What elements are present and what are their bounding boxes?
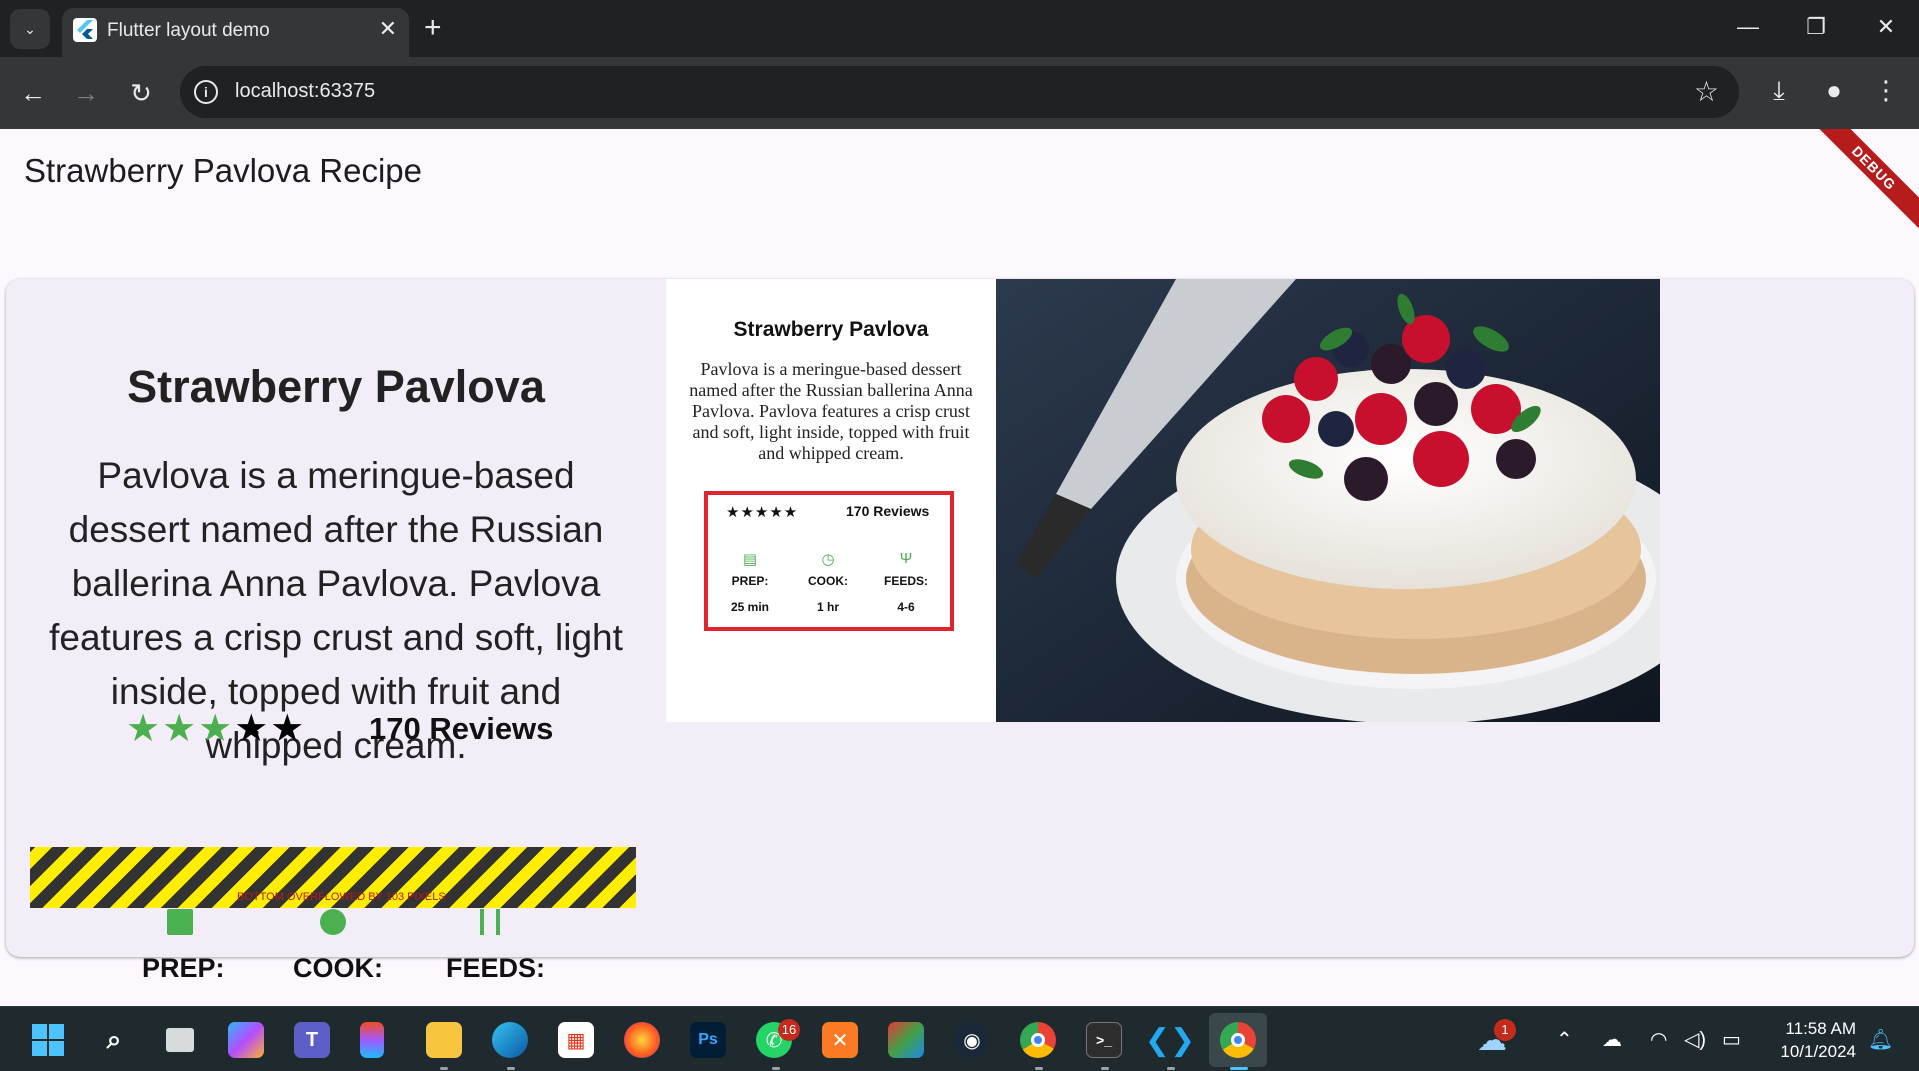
volume-icon[interactable]: ◁): [1684, 1027, 1706, 1052]
pavlova-photo: [996, 279, 1660, 722]
prep-label: PREP:: [731, 574, 769, 588]
task-view-icon[interactable]: [162, 1022, 198, 1058]
browser-tab[interactable]: Flutter layout demo ✕: [62, 8, 409, 57]
running-indicator: [1035, 1067, 1043, 1070]
reload-button[interactable]: ↻: [121, 77, 161, 109]
image-card-description: Pavlova is a meringue-based dessert name…: [689, 359, 973, 463]
restaurant-icon: Ψ: [899, 550, 913, 567]
xampp-icon[interactable]: ✕: [822, 1022, 858, 1058]
steam-icon[interactable]: ◉: [954, 1022, 990, 1058]
chrome-active-icon[interactable]: [1220, 1022, 1256, 1058]
black-stars-icon: ★★: [234, 708, 307, 750]
copilot-icon[interactable]: [228, 1022, 264, 1058]
close-tab-icon[interactable]: ✕: [379, 16, 397, 42]
onedrive-icon[interactable]: ☁: [1602, 1027, 1622, 1052]
more-vert-icon[interactable]: ⋮: [1866, 75, 1906, 106]
flutter-logo-icon: [73, 18, 97, 42]
overflow-message: BOTTOM OVERFLOWED BY 103 PIXELS: [237, 891, 446, 903]
appbar-title: Strawberry Pavlova Recipe: [24, 152, 422, 189]
debug-banner: DEBUG: [1806, 129, 1919, 236]
timer-icon: ◷: [821, 551, 835, 568]
cook-value: 1 hr: [816, 600, 839, 614]
prep-value: 25 min: [730, 600, 769, 614]
running-indicator: [772, 1067, 780, 1070]
address-bar[interactable]: i localhost:63375 ☆: [180, 66, 1739, 118]
info-icon[interactable]: i: [194, 80, 218, 104]
overflow-warning: BOTTOM OVERFLOWED BY 103 PIXELS: [30, 847, 636, 908]
clock-date: 10/1/2024: [1780, 1042, 1856, 1061]
restaurant-icon: [480, 909, 500, 935]
chevron-down-icon: ⌄: [24, 20, 36, 37]
green-stars-icon: ★★★: [126, 708, 235, 750]
active-indicator: [1230, 1067, 1248, 1070]
running-indicator: [440, 1067, 448, 1070]
cook-label: COOK:: [808, 574, 848, 588]
file-explorer-icon[interactable]: [426, 1022, 462, 1058]
bookmark-star-icon[interactable]: ☆: [1694, 75, 1719, 108]
flutter-app: Strawberry Pavlova Recipe DEBUG Strawber…: [0, 129, 1919, 1006]
download-icon[interactable]: ⤓: [1759, 75, 1799, 107]
notifications-bell-icon[interactable]: 🔔︎: [1868, 1027, 1893, 1052]
forward-button[interactable]: →: [66, 77, 106, 109]
minimize-button[interactable]: —: [1723, 10, 1773, 44]
rating-row: ★★★★★ 170 Reviews: [6, 704, 666, 754]
system-clock[interactable]: 11:58 AM 10/1/2024: [1766, 1017, 1856, 1063]
terminal-icon[interactable]: >_: [1086, 1022, 1122, 1058]
teams-icon[interactable]: T: [294, 1022, 330, 1058]
url-text[interactable]: localhost:63375: [235, 80, 375, 103]
firefox-icon[interactable]: [624, 1022, 660, 1058]
restore-button[interactable]: ❐: [1791, 10, 1841, 44]
recipe-info-card-image: Strawberry Pavlova Pavlova is a meringue…: [666, 279, 996, 722]
recipe-title: Strawberry Pavlova: [127, 361, 545, 412]
image-card-reviews: 170 Reviews: [846, 503, 930, 519]
tab-title: Flutter layout demo: [107, 20, 270, 41]
weather-badge: 1: [1494, 1019, 1516, 1041]
prep-label: PREP:: [142, 953, 225, 983]
timer-icon: [320, 909, 346, 935]
feeds-label: FEEDS:: [883, 574, 928, 588]
windows-taskbar: ⌕ T ▦ Ps ✆ 16 ✕ ◉ >_ ❮❯ ☁ 1 ⌃ ☁ ◠ ◁) ▭ 1…: [0, 1006, 1919, 1071]
tab-search-button[interactable]: ⌄: [10, 9, 50, 49]
image-card-cook: ◷ COOK: 1 hr: [798, 550, 858, 614]
figma-icon[interactable]: [360, 1022, 384, 1058]
star-rating: ★★★★★: [126, 704, 306, 754]
new-tab-button[interactable]: +: [424, 12, 442, 44]
wifi-icon[interactable]: ◠: [1650, 1027, 1667, 1052]
image-card-title: Strawberry Pavlova: [733, 318, 929, 341]
chrome-icon[interactable]: [1020, 1022, 1056, 1058]
whatsapp-badge: 16: [778, 1019, 800, 1041]
kitchen-icon: [167, 909, 193, 935]
running-indicator: [1101, 1067, 1109, 1070]
search-icon[interactable]: ⌕: [96, 1022, 132, 1058]
browser-toolbar: ← → ↻ i localhost:63375 ☆ ⤓ ● ⋮: [0, 57, 1919, 129]
windows-start-icon[interactable]: [30, 1022, 66, 1058]
running-indicator: [507, 1067, 515, 1070]
image-card-stars-icon: ★★★★★: [726, 504, 799, 521]
show-hidden-icons-icon[interactable]: ⌃: [1556, 1027, 1573, 1052]
running-indicator: [1167, 1067, 1175, 1070]
vscode-icon[interactable]: ❮❯: [1145, 1022, 1195, 1058]
image-card-prep: ▤ PREP: 25 min: [720, 550, 780, 614]
store-icon[interactable]: ▦: [558, 1022, 594, 1058]
profile-icon[interactable]: ●: [1814, 75, 1854, 106]
reviews-count: 170 Reviews: [369, 711, 554, 746]
back-button[interactable]: ←: [13, 77, 53, 109]
image-card-info-box: ★★★★★ 170 Reviews ▤ PREP: 25 min ◷ COOK:…: [704, 491, 954, 631]
app-icon[interactable]: [888, 1022, 924, 1058]
photoshop-icon[interactable]: Ps: [690, 1022, 726, 1058]
browser-tab-bar: ⌄ Flutter layout demo ✕ + — ❐ ✕: [0, 0, 1919, 57]
feeds-label: FEEDS:: [446, 953, 546, 983]
cook-label: COOK:: [293, 953, 383, 983]
image-card-feeds: Ψ FEEDS: 4-6: [876, 550, 936, 614]
kitchen-icon: ▤: [742, 551, 758, 568]
close-window-button[interactable]: ✕: [1861, 10, 1911, 44]
edge-icon[interactable]: [492, 1022, 528, 1058]
recipe-image: Strawberry Pavlova Pavlova is a meringue…: [666, 279, 1660, 722]
battery-icon[interactable]: ▭: [1722, 1027, 1741, 1052]
clock-time: 11:58 AM: [1785, 1019, 1856, 1038]
feeds-value: 4-6: [897, 600, 915, 614]
